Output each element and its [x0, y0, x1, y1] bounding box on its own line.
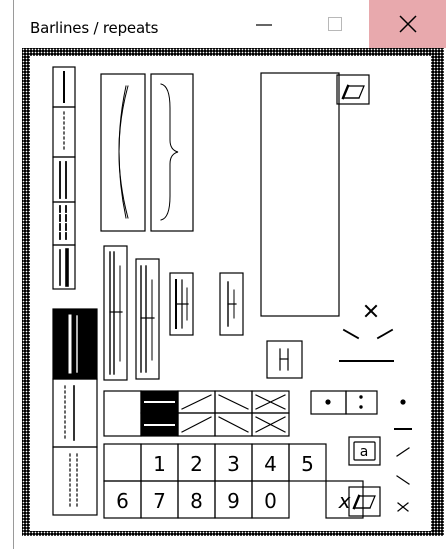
long-dotted-barline-icon[interactable] — [52, 378, 98, 448]
thin-repeat-icon[interactable] — [219, 272, 244, 336]
window-left-edge — [0, 0, 14, 549]
eraser-key-icon[interactable] — [348, 486, 381, 517]
keypad-key-label: 3 — [227, 452, 240, 476]
palette-frame: 1234567890x a — [22, 48, 444, 536]
title-bar[interactable]: Barlines / repeats — [14, 0, 446, 48]
close-button[interactable] — [369, 0, 446, 48]
caret-mark-icon[interactable] — [339, 304, 394, 362]
dashed-double-barline-icon[interactable] — [52, 201, 76, 246]
letter-a-key[interactable]: a — [348, 436, 381, 466]
digit-keypad: 1 2 3 4 56 7 8 9 0 x — [103, 443, 364, 519]
keypad-key-label: 8 — [190, 489, 203, 513]
palette-canvas: 1234567890x a — [30, 56, 431, 531]
keypad-key-label: 0 — [264, 489, 277, 513]
window-title: Barlines / repeats — [30, 19, 159, 37]
short-dotted-barline-icon[interactable] — [52, 446, 98, 516]
palette-window: Barlines / repeats 1 2 3 4 5 6 7 8 9 0 x… — [0, 0, 446, 549]
maximize-button[interactable] — [307, 0, 363, 48]
keypad-key[interactable]: 1 — [140, 443, 179, 482]
keypad-key[interactable]: 0 — [251, 480, 290, 519]
keypad-key-label: 2 — [190, 452, 203, 476]
barline-preview-box — [260, 72, 340, 317]
tie-mark-icon[interactable] — [394, 399, 412, 512]
keypad-blank-key[interactable] — [103, 443, 142, 482]
start-repeat-icon[interactable] — [103, 245, 128, 381]
colon-mark-icon[interactable] — [345, 390, 378, 415]
maximize-icon — [328, 17, 342, 31]
dotted-barline-icon[interactable] — [52, 106, 76, 158]
keypad-key[interactable]: 2 — [177, 443, 216, 482]
single-barline-icon[interactable] — [52, 66, 76, 108]
double-start-repeat-icon[interactable] — [135, 258, 160, 380]
keypad-key-label: 6 — [116, 489, 129, 513]
close-icon — [398, 15, 417, 33]
palette-grid: 1 2 3 4 56 7 8 9 0 x a — [52, 66, 412, 519]
pattern-row-bottom — [140, 412, 290, 437]
parenthesis-bracket-icon[interactable] — [100, 73, 146, 232]
keypad-key-label: 5 — [301, 452, 314, 476]
keypad-key[interactable]: 8 — [177, 480, 216, 519]
keypad-key[interactable]: 6 — [103, 480, 142, 519]
keypad-key-label: 1 — [153, 452, 166, 476]
keypad-key[interactable]: 5 — [288, 443, 327, 482]
keypad-key[interactable]: 7 — [140, 480, 179, 519]
inverted-barline-icon[interactable] — [52, 308, 98, 380]
minimize-button[interactable] — [236, 0, 292, 48]
keypad-key-label: 7 — [153, 489, 166, 513]
dot-mark-icon[interactable] — [310, 390, 347, 415]
eraser-icon[interactable] — [336, 74, 370, 105]
heavy-start-repeat-icon[interactable] — [169, 272, 194, 336]
curly-brace-icon[interactable] — [150, 73, 194, 232]
keypad-key-label: 4 — [264, 452, 277, 476]
svg-text:a: a — [360, 444, 369, 460]
window-bottom-edge — [14, 536, 446, 549]
keypad-key[interactable]: 9 — [214, 480, 253, 519]
keypad-key-label: 9 — [227, 489, 240, 513]
keypad-key[interactable]: 3 — [214, 443, 253, 482]
minimize-icon — [256, 24, 272, 26]
short-barline-icon[interactable] — [266, 340, 303, 379]
double-barline-icon[interactable] — [52, 156, 76, 203]
final-barline-icon[interactable] — [52, 244, 76, 290]
keypad-key[interactable]: 4 — [251, 443, 290, 482]
